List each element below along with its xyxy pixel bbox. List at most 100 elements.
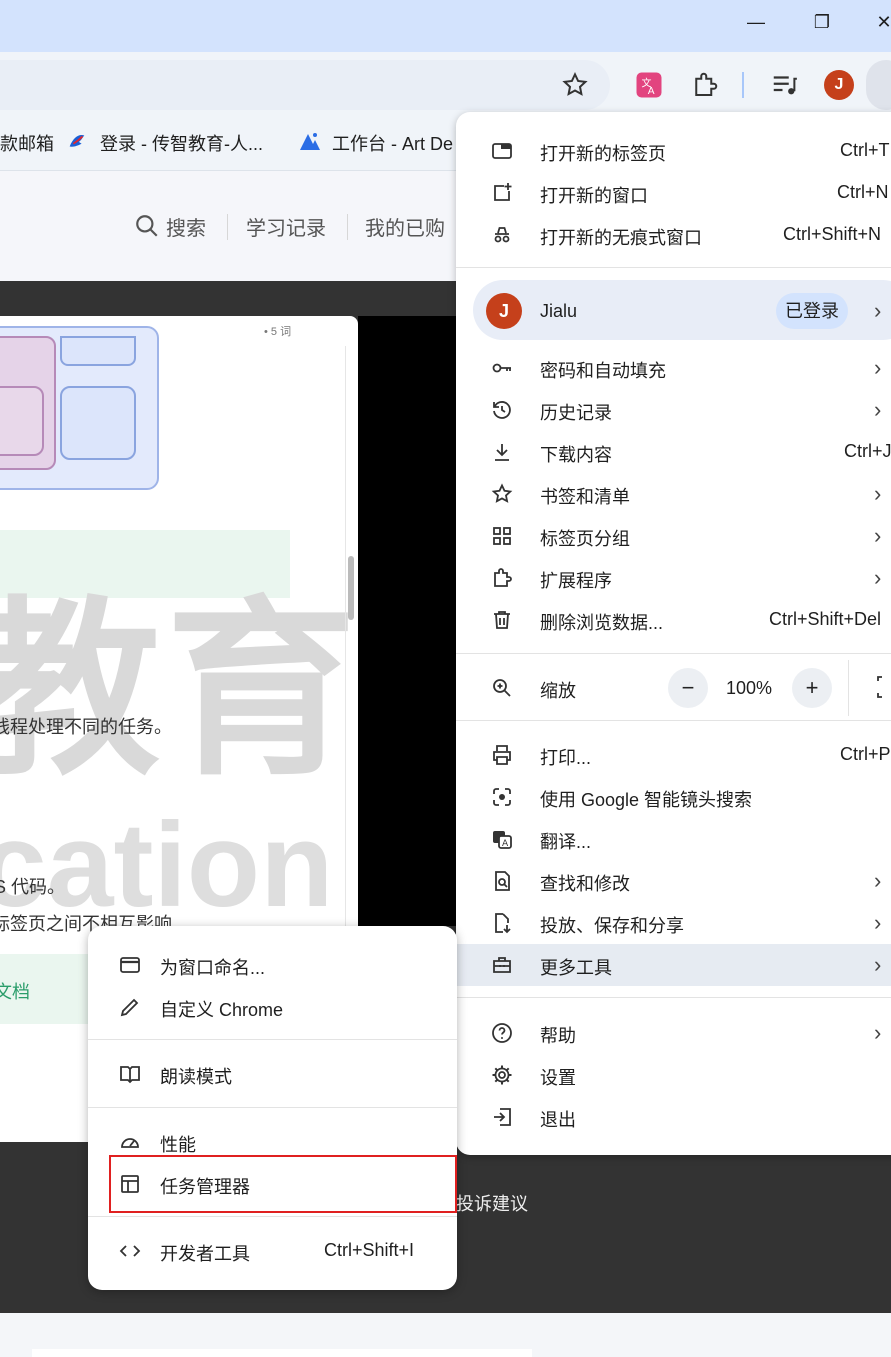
menu-divider [456,653,891,654]
menu-item-history[interactable]: 历史记录 › [456,389,891,431]
menu-item-settings[interactable]: 设置 [456,1054,891,1096]
zoom-in-button[interactable]: + [792,668,832,708]
menu-item-exit[interactable]: 退出 [456,1096,891,1138]
menu-item-label: 下载内容 [540,445,612,465]
submenu-item-name-window[interactable]: 为窗口命名... [88,944,457,986]
lens-icon [490,785,514,809]
menu-divider [456,720,891,721]
word-count: • 5 词 [264,326,292,338]
menu-item-tab-groups[interactable]: 标签页分组 › [456,515,891,557]
nav-divider [347,214,348,240]
toolbar-divider [742,72,744,98]
menu-item-label: 查找和修改 [540,874,630,894]
menu-item-clear-data[interactable]: 删除浏览数据... Ctrl+Shift+Del [456,599,891,641]
printer-icon [490,743,514,767]
extensions-icon[interactable] [690,70,720,100]
menu-item-label: 为窗口命名... [160,958,266,978]
star-icon[interactable] [560,70,590,100]
close-button[interactable]: ✕ [866,8,891,36]
search-icon[interactable] [134,213,160,239]
menu-divider [88,1216,457,1217]
media-icon[interactable] [770,70,800,100]
menu-item-extensions[interactable]: 扩展程序 › [456,557,891,599]
menu-item-cast-save-share[interactable]: 投放、保存和分享 › [456,902,891,944]
menu-item-label: 自定义 Chrome [160,1000,284,1020]
menu-item-label: 使用 Google 智能镜头搜索 [540,790,753,810]
chevron-right-icon: › [874,298,882,323]
menu-item-translate[interactable]: A 翻译... [456,818,891,860]
footer-link[interactable]: 投诉建议 [456,1190,528,1216]
help-icon [490,1021,514,1045]
save-share-icon [490,911,514,935]
bookmark-favicon-icon [298,130,320,152]
menu-shortcut: Ctrl+T [840,140,890,160]
bookmark-item[interactable]: 款邮箱 [0,130,54,156]
zoom-level: 100% [726,678,773,698]
menu-item-label: 打开新的标签页 [540,144,666,164]
scrollbar-track [345,346,346,926]
zoom-out-button[interactable]: − [668,668,708,708]
submenu-item-customize[interactable]: 自定义 Chrome [88,986,457,1028]
scrollbar-thumb[interactable] [348,556,354,620]
restore-button[interactable]: ❐ [804,8,840,36]
toolbox-icon [490,953,514,977]
menu-item-label: 密码和自动填充 [540,361,666,381]
highlight-box [109,1155,457,1213]
zoom-divider [848,660,849,716]
doc-link[interactable]: 文档 [0,978,30,1004]
menu-item-print[interactable]: 打印... Ctrl+P [456,734,891,776]
menu-divider [456,267,891,268]
minimize-button[interactable]: — [738,8,774,36]
translate-icon: A [490,827,514,851]
menu-item-bookmarks[interactable]: 书签和清单 › [456,473,891,515]
menu-shortcut: Ctrl+N [837,182,889,202]
menu-item-label: 打开新的无痕式窗口 [540,228,702,248]
nav-divider [227,214,228,240]
menu-item-label: 扩展程序 [540,571,612,591]
pencil-icon [118,995,142,1019]
bookmark-favicon-icon [66,130,88,152]
bookmark-item[interactable]: 登录 - 传智教育-人... [100,130,263,156]
menu-item-label: 删除浏览数据... [540,613,664,633]
download-icon [490,440,514,464]
nav-history[interactable]: 学习记录 [246,212,326,241]
new-tab-icon [490,139,514,163]
menu-icon[interactable] [866,60,891,110]
incognito-icon [490,223,514,247]
menu-item-help[interactable]: 帮助 › [456,1012,891,1054]
translate-icon[interactable]: 文A [634,70,664,100]
menu-divider [88,1039,457,1040]
menu-item-passwords[interactable]: 密码和自动填充 › [456,347,891,389]
doc-line: S 代码。 [0,877,66,897]
submenu-item-dev-tools[interactable]: 开发者工具 Ctrl+Shift+I [88,1230,457,1272]
chevron-right-icon: › [874,355,882,380]
menu-item-label: 翻译... [540,832,592,852]
menu-item-find[interactable]: 查找和修改 › [456,860,891,902]
menu-item-label: 打开新的窗口 [540,186,648,206]
menu-item-more-tools[interactable]: 更多工具 › [456,944,891,986]
profile-name: Jialu [540,301,578,321]
chevron-right-icon: › [874,523,882,548]
diagram-block [0,386,44,456]
chevron-right-icon: › [874,481,882,506]
nav-search[interactable]: 搜索 [166,212,206,241]
bookmark-item[interactable]: 工作台 - Art De [332,130,453,156]
submenu-item-reading-mode[interactable]: 朗读模式 [88,1053,457,1095]
gear-icon [490,1063,514,1087]
menu-item-label: 朗读模式 [160,1067,232,1087]
menu-item-incognito[interactable]: 打开新的无痕式窗口 Ctrl+Shift+N [456,214,891,256]
nav-purchased[interactable]: 我的已购 [365,212,445,241]
svg-text:A: A [648,86,655,97]
menu-item-label: 更多工具 [540,958,612,978]
window-icon [118,953,142,977]
address-bar[interactable] [0,60,610,110]
menu-item-new-window[interactable]: 打开新的窗口 Ctrl+N [456,172,891,214]
menu-item-new-tab[interactable]: 打开新的标签页 Ctrl+T [456,130,891,172]
menu-item-downloads[interactable]: 下载内容 Ctrl+J [456,431,891,473]
book-icon [118,1062,142,1086]
profile-avatar[interactable]: J [824,70,854,100]
fullscreen-icon[interactable] [874,672,891,702]
code-icon [118,1239,142,1263]
menu-item-lens[interactable]: 使用 Google 智能镜头搜索 [456,776,891,818]
menu-item-label: 开发者工具 [160,1244,250,1264]
